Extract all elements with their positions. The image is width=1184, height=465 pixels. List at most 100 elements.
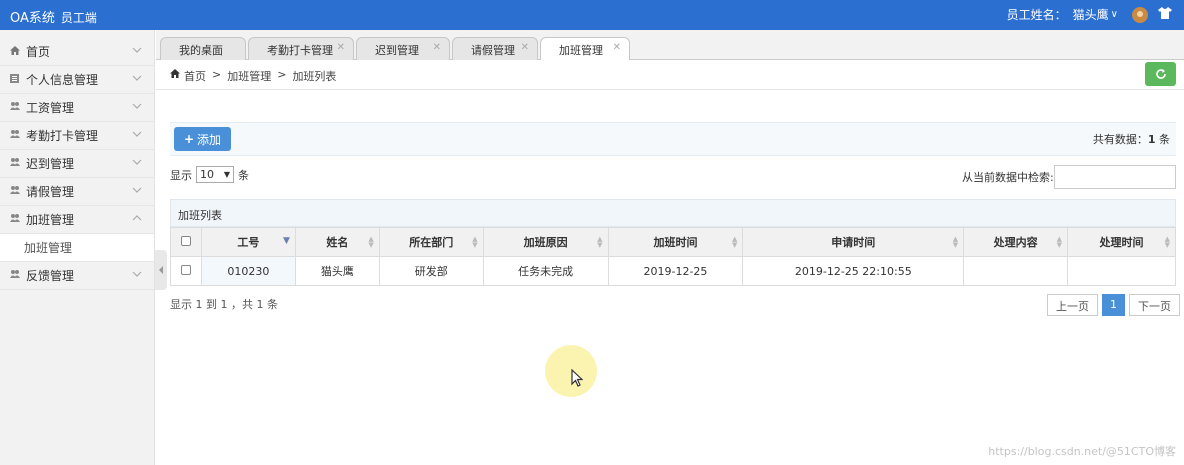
total-suffix: 条 bbox=[1159, 133, 1170, 146]
sidebar-item-label: 请假管理 bbox=[26, 185, 75, 199]
sidebar-item-label: 反馈管理 bbox=[26, 269, 75, 283]
table-cell bbox=[1067, 256, 1176, 286]
pagination: 上一页 1 下一页 bbox=[1043, 294, 1180, 316]
top-navbar: OA系统 员工端 员工姓名： 猫头鹰 ∨ bbox=[0, 0, 1184, 30]
app-title: OA系统 bbox=[10, 11, 55, 26]
breadcrumb-separator: > bbox=[212, 68, 222, 81]
chevron-down-icon bbox=[132, 45, 142, 56]
sidebar-item-label: 首页 bbox=[26, 45, 51, 59]
show-suffix: 条 bbox=[238, 168, 249, 182]
sidebar-item-feedback[interactable]: 反馈管理 bbox=[0, 262, 154, 290]
sidebar-item-label: 工资管理 bbox=[26, 101, 75, 115]
chevron-down-icon bbox=[132, 73, 142, 84]
tab-desktop[interactable]: 我的桌面 bbox=[160, 37, 246, 60]
users-icon bbox=[10, 186, 21, 197]
sidebar-item-overtime[interactable]: 加班管理 bbox=[0, 206, 154, 234]
sidebar-item-home[interactable]: 首页 bbox=[0, 38, 154, 66]
refresh-button[interactable] bbox=[1145, 62, 1176, 86]
close-icon[interactable]: ✕ bbox=[433, 42, 441, 53]
close-icon[interactable]: ✕ bbox=[613, 42, 621, 53]
table-row[interactable]: 010230 猫头鹰 研发部 任务未完成 2019-12-25 2019-12-… bbox=[170, 256, 1176, 286]
users-icon bbox=[10, 102, 21, 113]
breadcrumb-home[interactable]: 首页 bbox=[184, 68, 206, 84]
tab-label: 考勤打卡管理 bbox=[267, 44, 333, 57]
column-header[interactable]: 姓名 ▲ ▼ bbox=[294, 227, 380, 257]
column-label: 所在部门 bbox=[409, 236, 454, 249]
table-header-row: 工号 ▼ 姓名 ▲ ▼ 所在部门 ▲ ▼ 加班原因 ▲ ▼ 加班时间 ▲ ▼ 申请时间 ▲ ▼ 处理内… bbox=[170, 227, 1176, 257]
search-input[interactable] bbox=[1053, 165, 1176, 189]
add-button[interactable]: + 添加 bbox=[174, 127, 231, 151]
sidebar-subitem-overtime[interactable]: 加班管理 bbox=[0, 234, 154, 262]
app-brand[interactable]: OA系统 员工端 bbox=[10, 7, 97, 26]
column-header[interactable]: 处理内容 ▲ ▼ bbox=[963, 227, 1069, 257]
sidebar-item-personal-info[interactable]: 个人信息管理 bbox=[0, 66, 154, 94]
shirt-icon[interactable] bbox=[1158, 7, 1172, 22]
search-label: 从当前数据中检索: bbox=[962, 171, 1054, 184]
user-prefix: 员工姓名： bbox=[1006, 8, 1067, 22]
tab-overtime[interactable]: 加班管理 ✕ bbox=[540, 37, 630, 61]
list-toolbar: + 添加 共有数据：1 条 bbox=[170, 122, 1176, 156]
chevron-down-icon bbox=[132, 101, 142, 112]
column-header[interactable]: 工号 ▼ bbox=[200, 227, 296, 257]
sidebar-collapse-handle[interactable] bbox=[155, 250, 167, 290]
table-title: 加班列表 bbox=[170, 199, 1176, 227]
dropdown-arrow-icon: ▼ bbox=[223, 170, 230, 179]
column-label: 加班原因 bbox=[523, 236, 568, 249]
users-icon bbox=[10, 214, 21, 225]
tab-label: 请假管理 bbox=[471, 44, 515, 57]
page-size-value: 10 bbox=[200, 168, 214, 181]
page-1-button[interactable]: 1 bbox=[1102, 294, 1125, 316]
column-label: 工号 bbox=[237, 236, 260, 249]
sort-icon: ▲ ▼ bbox=[952, 235, 959, 249]
sort-icon: ▲ ▼ bbox=[1056, 235, 1063, 249]
page-size-select[interactable]: 10 ▼ bbox=[196, 166, 234, 183]
row-checkbox[interactable] bbox=[180, 264, 191, 275]
next-page-button[interactable]: 下一页 bbox=[1129, 294, 1180, 316]
total-count: 共有数据：1 条 bbox=[1093, 131, 1170, 147]
sort-icon: ▲ ▼ bbox=[472, 235, 478, 249]
column-header[interactable]: 申请时间 ▲ ▼ bbox=[742, 227, 965, 257]
total-prefix: 共有数据： bbox=[1092, 133, 1148, 146]
sidebar-item-salary[interactable]: 工资管理 bbox=[0, 94, 154, 122]
user-menu[interactable]: 员工姓名： 猫头鹰 ∨ bbox=[1007, 6, 1172, 23]
close-icon[interactable]: ✕ bbox=[521, 42, 529, 53]
sidebar-item-leave[interactable]: 请假管理 bbox=[0, 178, 154, 206]
chevron-down-icon bbox=[132, 129, 142, 140]
chevron-down-icon bbox=[132, 185, 142, 196]
prev-page-button[interactable]: 上一页 bbox=[1047, 294, 1098, 316]
list-icon bbox=[10, 73, 21, 86]
users-icon bbox=[10, 158, 21, 169]
column-header[interactable]: 加班时间 ▲ ▼ bbox=[607, 227, 744, 257]
close-icon[interactable]: ✕ bbox=[337, 42, 345, 53]
column-label: 加班时间 bbox=[653, 236, 698, 249]
column-header[interactable]: 加班原因 ▲ ▼ bbox=[482, 227, 609, 257]
column-header[interactable]: 所在部门 ▲ ▼ bbox=[378, 227, 484, 257]
table-cell bbox=[963, 256, 1069, 286]
chevron-left-icon bbox=[159, 266, 163, 274]
sidebar-item-label: 迟到管理 bbox=[26, 157, 75, 171]
breadcrumb: 首页 > 加班管理 > 加班列表 bbox=[170, 68, 342, 84]
avatar[interactable] bbox=[1132, 6, 1148, 23]
breadcrumb-separator: > bbox=[277, 68, 287, 81]
tab-bar: 我的桌面 考勤打卡管理 ✕ 迟到管理 ✕ 请假管理 ✕ 加班管理 ✕ bbox=[156, 30, 1184, 61]
users-icon bbox=[10, 270, 21, 281]
sort-icon: ▲ ▼ bbox=[368, 235, 374, 249]
app-subtitle: 员工端 bbox=[60, 11, 97, 25]
column-label: 处理时间 bbox=[1099, 236, 1144, 249]
user-caret-icon[interactable]: ∨ bbox=[1111, 9, 1118, 20]
breadcrumb-level1[interactable]: 加班管理 bbox=[227, 68, 271, 84]
page-length-control: 显示 10 ▼ 条 bbox=[170, 166, 249, 183]
home-icon bbox=[170, 68, 180, 84]
select-all-checkbox[interactable] bbox=[180, 235, 191, 246]
sidebar-item-attendance[interactable]: 考勤打卡管理 bbox=[0, 122, 154, 150]
column-header[interactable]: 处理时间 ▲ ▼ bbox=[1067, 227, 1176, 257]
sidebar: 首页 个人信息管理 工资管理 考勤打卡管理 迟到管理 请假管理 加班管理 加班管… bbox=[0, 30, 155, 465]
tab-label: 加班管理 bbox=[559, 44, 603, 57]
home-icon bbox=[10, 45, 21, 58]
tab-attendance[interactable]: 考勤打卡管理 ✕ bbox=[248, 37, 354, 60]
tab-leave[interactable]: 请假管理 ✕ bbox=[452, 37, 538, 60]
tab-late[interactable]: 迟到管理 ✕ bbox=[356, 37, 450, 60]
chevron-up-icon bbox=[132, 213, 142, 224]
sidebar-item-late[interactable]: 迟到管理 bbox=[0, 150, 154, 178]
user-name[interactable]: 猫头鹰 bbox=[1073, 6, 1109, 23]
